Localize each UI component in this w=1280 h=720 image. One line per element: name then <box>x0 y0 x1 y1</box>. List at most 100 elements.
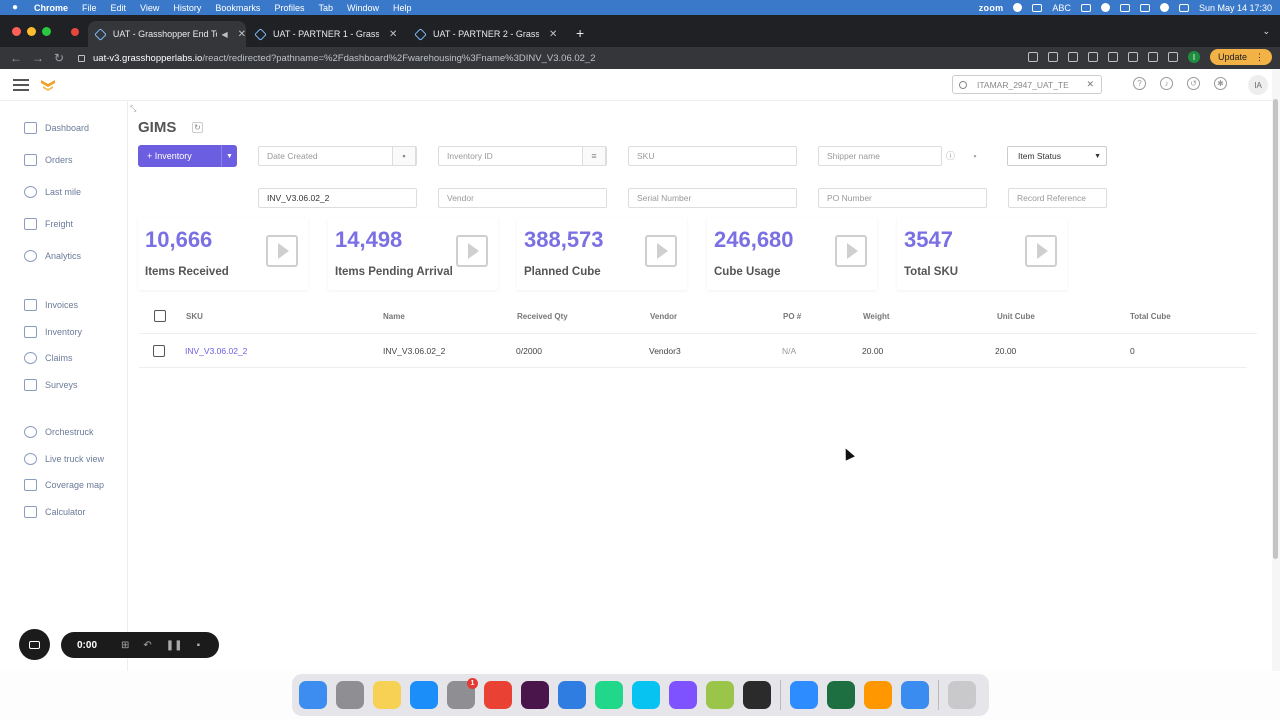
scrollbar-thumb[interactable] <box>1273 99 1278 559</box>
address-bar[interactable]: uat-v3.grasshopperlabs.io /react/redirec… <box>78 50 1088 66</box>
goland-icon[interactable] <box>669 681 697 709</box>
share-icon[interactable] <box>1087 52 1098 62</box>
vendor-input[interactable]: Vendor <box>438 188 607 208</box>
forward-arrow-icon[interactable]: → <box>32 51 44 65</box>
zoom-icon[interactable] <box>790 681 818 709</box>
sidebar-item-coverage-map[interactable]: Coverage map <box>24 478 104 492</box>
webstorm-icon[interactable] <box>632 681 660 709</box>
apple-menu-icon[interactable]: ● <box>12 2 24 13</box>
sublime-text-icon[interactable] <box>864 681 892 709</box>
menu-tab[interactable]: Tab <box>318 3 333 13</box>
column-header-sku[interactable]: SKU <box>186 312 203 321</box>
undo-icon[interactable]: ↶ <box>143 640 151 651</box>
trash-icon[interactable]: ▪ <box>965 146 985 166</box>
control-center-icon[interactable] <box>1178 3 1189 12</box>
settings-gear-icon[interactable]: ✱ <box>1214 77 1227 90</box>
hamburger-menu-icon[interactable] <box>13 79 29 91</box>
sidebar-item-freight[interactable]: Freight <box>24 217 73 231</box>
page-scrollbar[interactable] <box>1272 69 1280 671</box>
tab-audio-icon[interactable]: ◀ <box>221 30 227 39</box>
install-app-icon[interactable] <box>1067 52 1078 62</box>
trash-icon[interactable]: ▪ <box>392 146 416 166</box>
fullscreen-window-button[interactable] <box>42 27 51 36</box>
menu-help[interactable]: Help <box>393 3 412 13</box>
menu-app-name[interactable]: Chrome <box>34 3 68 13</box>
sidebar-item-analytics[interactable]: Analytics <box>24 249 81 263</box>
bookmark-star-icon[interactable] <box>1107 52 1118 62</box>
chrome-status-icon[interactable] <box>1100 3 1110 12</box>
stat-card-items-pending-arrival[interactable]: 14,498 Items Pending Arrival <box>328 218 498 290</box>
row-checkbox[interactable] <box>153 345 165 357</box>
play-icon[interactable] <box>1025 235 1057 267</box>
maps-icon[interactable] <box>558 681 586 709</box>
global-search-input[interactable]: ITAMAR_2947_UAT_TE ✕ <box>952 75 1102 94</box>
menu-file[interactable]: File <box>82 3 97 13</box>
stat-card-items-received[interactable]: 10,666 Items Received <box>138 218 308 290</box>
notification-bell-icon[interactable]: ♪ <box>1160 77 1173 90</box>
volume-icon[interactable] <box>1080 3 1091 12</box>
stat-card-planned-cube[interactable]: 388,573 Planned Cube <box>517 218 687 290</box>
sku-input[interactable]: SKU <box>628 146 797 166</box>
back-arrow-icon[interactable]: ← <box>10 51 22 65</box>
pycharm-icon[interactable] <box>595 681 623 709</box>
list-icon[interactable]: ≡ <box>582 146 606 166</box>
sidebar-item-orders[interactable]: Orders <box>24 153 73 167</box>
mail-icon[interactable] <box>901 681 929 709</box>
recorder-camera-button[interactable] <box>19 629 50 660</box>
wifi-icon[interactable] <box>1139 3 1150 12</box>
zoom-status[interactable]: zoom <box>979 3 1004 13</box>
sidebar-item-invoices[interactable]: Invoices <box>24 298 78 312</box>
sidebar-item-last-mile[interactable]: Last mile <box>24 185 81 199</box>
pause-icon[interactable]: ❚❚ <box>166 640 183 651</box>
lock-icon[interactable] <box>78 54 85 62</box>
finder-icon[interactable] <box>299 681 327 709</box>
play-icon[interactable] <box>456 235 488 267</box>
select-all-checkbox[interactable] <box>154 310 166 322</box>
record-status-icon[interactable] <box>1013 3 1023 12</box>
profile-avatar[interactable]: I <box>1187 51 1200 63</box>
tab-close-icon[interactable]: ✕ <box>549 29 557 40</box>
po-number-input[interactable]: PO Number <box>818 188 987 208</box>
slack-icon[interactable] <box>521 681 549 709</box>
column-header-total-cube[interactable]: Total Cube <box>1130 312 1171 321</box>
stat-card-cube-usage[interactable]: 246,680 Cube Usage <box>707 218 877 290</box>
input-source-label[interactable]: ABC <box>1052 3 1071 13</box>
terminal-icon[interactable] <box>743 681 771 709</box>
menubar-clock[interactable]: Sun May 14 17:30 <box>1199 3 1272 13</box>
launchpad-icon[interactable] <box>336 681 364 709</box>
trash-icon[interactable] <box>948 681 976 709</box>
sidebar-item-surveys[interactable]: Surveys <box>24 378 78 392</box>
menu-profiles[interactable]: Profiles <box>274 3 304 13</box>
battery-icon[interactable] <box>1119 3 1130 12</box>
delete-icon[interactable]: ▪ <box>197 640 201 651</box>
column-header-name[interactable]: Name <box>383 312 405 321</box>
info-icon[interactable]: ⓘ <box>946 149 955 162</box>
excel-icon[interactable] <box>827 681 855 709</box>
grid-icon[interactable]: ⊞ <box>121 640 129 651</box>
update-button[interactable]: Update ⋮ <box>1209 49 1272 65</box>
search-icon[interactable] <box>1159 3 1169 12</box>
row-sku-link[interactable]: INV_V3.06.02_2 <box>185 346 247 356</box>
column-header-po-number[interactable]: PO # <box>783 312 801 321</box>
microphone-icon[interactable] <box>1027 52 1038 62</box>
serial-number-input[interactable]: Serial Number <box>628 188 797 208</box>
menu-history[interactable]: History <box>173 3 201 13</box>
minimize-window-button[interactable] <box>27 27 36 36</box>
reload-icon[interactable]: ↻ <box>54 51 66 65</box>
tab-search-icon[interactable]: ⌄ <box>1262 26 1270 37</box>
sidebar-item-live-truck-view[interactable]: Live truck view <box>24 452 104 466</box>
menu-window[interactable]: Window <box>347 3 379 13</box>
clear-search-icon[interactable]: ✕ <box>1086 79 1094 90</box>
item-status-select[interactable]: Item Status ▼ <box>1007 146 1107 166</box>
tab-uat-partner-1[interactable]: UAT - PARTNER 1 - Grasshopp ✕ <box>248 21 406 47</box>
refresh-icon[interactable]: ↻ <box>192 122 203 133</box>
column-header-received-qty[interactable]: Received Qty <box>517 312 568 321</box>
add-inventory-button[interactable]: + Inventory ▼ <box>138 145 237 167</box>
play-icon[interactable] <box>266 235 298 267</box>
shipper-name-input[interactable]: Shipper name <box>818 146 942 166</box>
menu-view[interactable]: View <box>140 3 159 13</box>
record-reference-input[interactable]: Record Reference <box>1008 188 1107 208</box>
tab-close-icon[interactable]: ✕ <box>238 29 246 40</box>
history-icon[interactable]: ↺ <box>1187 77 1200 90</box>
extension-icon[interactable] <box>1127 52 1138 62</box>
